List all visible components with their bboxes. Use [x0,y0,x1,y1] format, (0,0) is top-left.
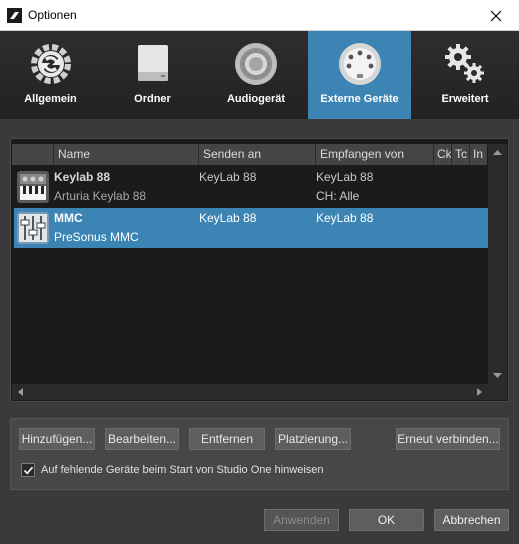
tab-externe-geraete[interactable]: Externe Geräte [308,31,411,119]
speaker-icon [235,43,277,85]
placement-button[interactable]: Platzierung... [275,428,351,450]
notify-checkbox[interactable] [21,463,35,477]
close-button[interactable] [473,0,519,31]
mixer-icon [17,212,49,244]
tab-label: Ordner [134,93,171,105]
close-icon [490,10,502,21]
gears-refresh-icon [30,44,71,84]
reconnect-button[interactable]: Erneut verbinden... [396,428,500,450]
ok-button[interactable]: OK [349,509,424,531]
add-device-button[interactable]: Hinzufügen... [19,428,95,450]
scroll-down-icon[interactable] [488,368,507,382]
scroll-left-icon[interactable] [14,384,28,400]
device-model: Arturia Keylab 88 [54,189,147,203]
column-icon-header [12,144,53,165]
table-row[interactable]: MMC PreSonus MMC KeyLab 88 KeyLab 88 [14,208,488,248]
keyboard-icon [17,171,49,203]
action-panel: Hinzufügen... Bearbeiten... Entfernen Pl… [10,418,509,490]
remove-device-button[interactable]: Entfernen [189,428,265,450]
tab-label: Audiogerät [226,93,286,105]
device-table: Name Senden an Empfangen von Ck Tc In Ke… [12,140,488,386]
drive-icon [137,45,168,81]
notify-missing-devices-option[interactable]: Auf fehlende Geräte beim Start von Studi… [21,463,324,477]
column-header-timecode[interactable]: Tc [451,144,469,165]
tab-audiogeraet[interactable]: Audiogerät [204,31,308,119]
scroll-right-icon[interactable] [472,384,486,400]
tab-allgemein[interactable]: Allgemein [0,31,101,119]
device-list-panel: Name Senden an Empfangen von Ck Tc In Ke… [10,138,509,402]
vertical-scrollbar[interactable] [488,144,507,384]
column-header-name[interactable]: Name [53,144,198,165]
window-title: Optionen [28,8,77,22]
channel-value: CH: Alle [316,189,360,203]
device-name: MMC [54,211,83,225]
column-header-send[interactable]: Senden an [198,144,315,165]
apply-button[interactable]: Anwenden [264,509,339,531]
send-to-value: KeyLab 88 [199,170,257,184]
receive-from-value: KeyLab 88 [316,170,374,184]
title-bar: Optionen [0,0,519,31]
checkmark-icon [23,466,33,474]
notify-checkbox-label: Auf fehlende Geräte beim Start von Studi… [41,464,324,476]
device-name: Keylab 88 [54,170,111,184]
tab-ordner[interactable]: Ordner [101,31,204,119]
column-header-instrument[interactable]: In [469,144,487,165]
receive-from-value: KeyLab 88 [316,211,374,225]
tab-erweitert[interactable]: Erweitert [411,31,519,119]
horizontal-scrollbar[interactable] [12,384,488,400]
category-toolbar: Allgemein Ordner Audiogerät Externe Gerä… [0,31,519,119]
table-row[interactable]: Keylab 88 Arturia Keylab 88 KeyLab 88 Ke… [14,167,488,207]
studio-one-logo-icon [7,8,22,23]
tab-label: Erweitert [441,93,489,105]
cancel-button[interactable]: Abbrechen [434,509,509,531]
gears-icon [445,44,484,83]
edit-device-button[interactable]: Bearbeiten... [105,428,179,450]
tab-label: Allgemein [24,93,77,105]
midi-port-icon [338,43,381,85]
table-header: Name Senden an Empfangen von Ck Tc In [12,144,487,165]
column-header-clock[interactable]: Ck [433,144,451,165]
tab-label: Externe Geräte [320,93,399,105]
column-header-receive[interactable]: Empfangen von [315,144,433,165]
scrollbar-corner [488,384,507,400]
device-model: PreSonus MMC [54,230,139,244]
scroll-up-icon[interactable] [488,146,507,160]
send-to-value: KeyLab 88 [199,211,257,225]
